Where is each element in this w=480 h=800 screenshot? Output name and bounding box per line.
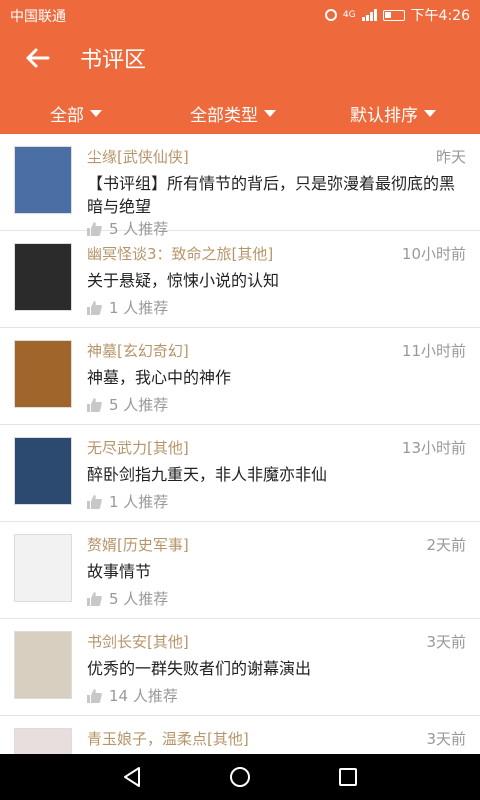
filter-type-dropdown[interactable]: 全部类型	[190, 101, 276, 126]
review-list: 尘缘[武侠仙侠] 昨天 【书评组】所有情节的背后，只是弥漫着最彻底的黑暗与绝望 …	[0, 134, 480, 754]
filter-bar: 全部 全部类型 默认排序	[0, 88, 480, 134]
review-time: 3天前	[426, 633, 466, 651]
book-title: 青玉娘子，温柔点[其他]	[87, 730, 249, 748]
review-time: 11小时前	[401, 342, 466, 360]
book-title: 幽冥怪谈3：致命之旅[其他]	[87, 245, 274, 263]
book-cover	[14, 437, 72, 505]
book-cover	[14, 243, 72, 311]
review-item[interactable]: 无尽武力[其他] 13小时前 醉卧剑指九重天，非人非魔亦非仙 1 人推荐	[0, 425, 480, 522]
cover-art	[15, 632, 71, 698]
recommend-count: 5 人推荐	[87, 588, 168, 609]
thumbs-up-icon	[87, 591, 102, 606]
app-header: 书评区	[0, 28, 480, 88]
caret-down-icon	[424, 110, 436, 117]
book-cover	[14, 146, 72, 214]
caret-down-icon	[90, 110, 102, 117]
review-time: 10小时前	[401, 245, 466, 263]
review-item[interactable]: 青玉娘子，温柔点[其他] 3天前	[0, 716, 480, 754]
back-arrow-icon[interactable]	[22, 42, 54, 74]
network-type: 4G	[342, 10, 356, 20]
filter-type-label: 全部类型	[190, 106, 258, 126]
signal-icon	[361, 9, 377, 21]
filter-scope-dropdown[interactable]: 全部	[50, 101, 102, 126]
book-cover	[14, 631, 72, 699]
filter-sort-dropdown[interactable]: 默认排序	[350, 101, 436, 126]
book-title: 赘婿[历史军事]	[87, 536, 189, 554]
cover-art	[15, 244, 71, 310]
recommend-label: 1 人推荐	[109, 493, 169, 511]
thumbs-up-icon	[87, 494, 102, 509]
review-time: 13小时前	[401, 439, 466, 457]
cover-art	[15, 535, 71, 601]
book-cover	[14, 728, 72, 754]
thumbs-up-icon	[87, 300, 102, 315]
review-item[interactable]: 幽冥怪谈3：致命之旅[其他] 10小时前 关于悬疑，惊悚小说的认知 1 人推荐	[0, 231, 480, 328]
recommend-count: 5 人推荐	[87, 394, 168, 415]
nav-home-icon[interactable]	[228, 765, 252, 789]
nav-recents-icon[interactable]	[336, 765, 360, 789]
review-text: 优秀的一群失败者们的谢幕演出	[87, 659, 312, 678]
filter-sort-label: 默认排序	[350, 106, 418, 126]
book-title: 尘缘[武侠仙侠]	[87, 148, 189, 166]
system-nav-bar	[0, 754, 480, 800]
book-title: 无尽武力[其他]	[87, 439, 189, 457]
review-text: 故事情节	[87, 562, 152, 581]
clock: 下午4:26	[410, 8, 470, 24]
recommend-label: 5 人推荐	[109, 590, 169, 608]
caret-down-icon	[264, 110, 276, 117]
review-time: 3天前	[426, 730, 466, 748]
review-text: 关于悬疑，惊悚小说的认知	[87, 271, 280, 290]
recommend-count: 1 人推荐	[87, 491, 168, 512]
review-text: 神墓，我心中的神作	[87, 368, 232, 387]
book-cover	[14, 340, 72, 408]
recommend-label: 14 人推荐	[109, 687, 178, 705]
recommend-label: 5 人推荐	[109, 396, 169, 414]
book-title: 书剑长安[其他]	[87, 633, 189, 651]
review-time: 2天前	[426, 536, 466, 554]
recommend-count: 1 人推荐	[87, 297, 168, 318]
review-item[interactable]: 神墓[玄幻奇幻] 11小时前 神墓，我心中的神作 5 人推荐	[0, 328, 480, 425]
review-time: 昨天	[435, 148, 466, 166]
review-text: 【书评组】所有情节的背后，只是弥漫着最彻底的黑暗与绝望	[87, 174, 456, 216]
review-text: 醉卧剑指九重天，非人非魔亦非仙	[87, 465, 328, 484]
alarm-icon	[324, 9, 337, 21]
battery-icon	[382, 9, 405, 21]
thumbs-up-icon	[87, 688, 102, 703]
recommend-count: 14 人推荐	[87, 685, 178, 706]
carrier-label: 中国联通	[10, 9, 66, 25]
recommend-label: 1 人推荐	[109, 299, 169, 317]
review-item[interactable]: 尘缘[武侠仙侠] 昨天 【书评组】所有情节的背后，只是弥漫着最彻底的黑暗与绝望 …	[0, 134, 480, 238]
book-cover	[14, 534, 72, 602]
nav-back-icon[interactable]	[120, 765, 144, 789]
review-item[interactable]: 赘婿[历史军事] 2天前 故事情节 5 人推荐	[0, 522, 480, 619]
status-icons: 4G 下午4:26	[324, 5, 470, 25]
cover-art	[15, 341, 71, 407]
cover-art	[15, 729, 71, 754]
cover-art	[15, 147, 71, 213]
cover-art	[15, 438, 71, 504]
review-item[interactable]: 书剑长安[其他] 3天前 优秀的一群失败者们的谢幕演出 14 人推荐	[0, 619, 480, 716]
thumbs-up-icon	[87, 397, 102, 412]
status-bar: 中国联通 4G 下午4:26	[0, 0, 480, 28]
filter-scope-label: 全部	[50, 106, 84, 126]
book-title: 神墓[玄幻奇幻]	[87, 342, 189, 360]
page-title: 书评区	[80, 48, 147, 73]
